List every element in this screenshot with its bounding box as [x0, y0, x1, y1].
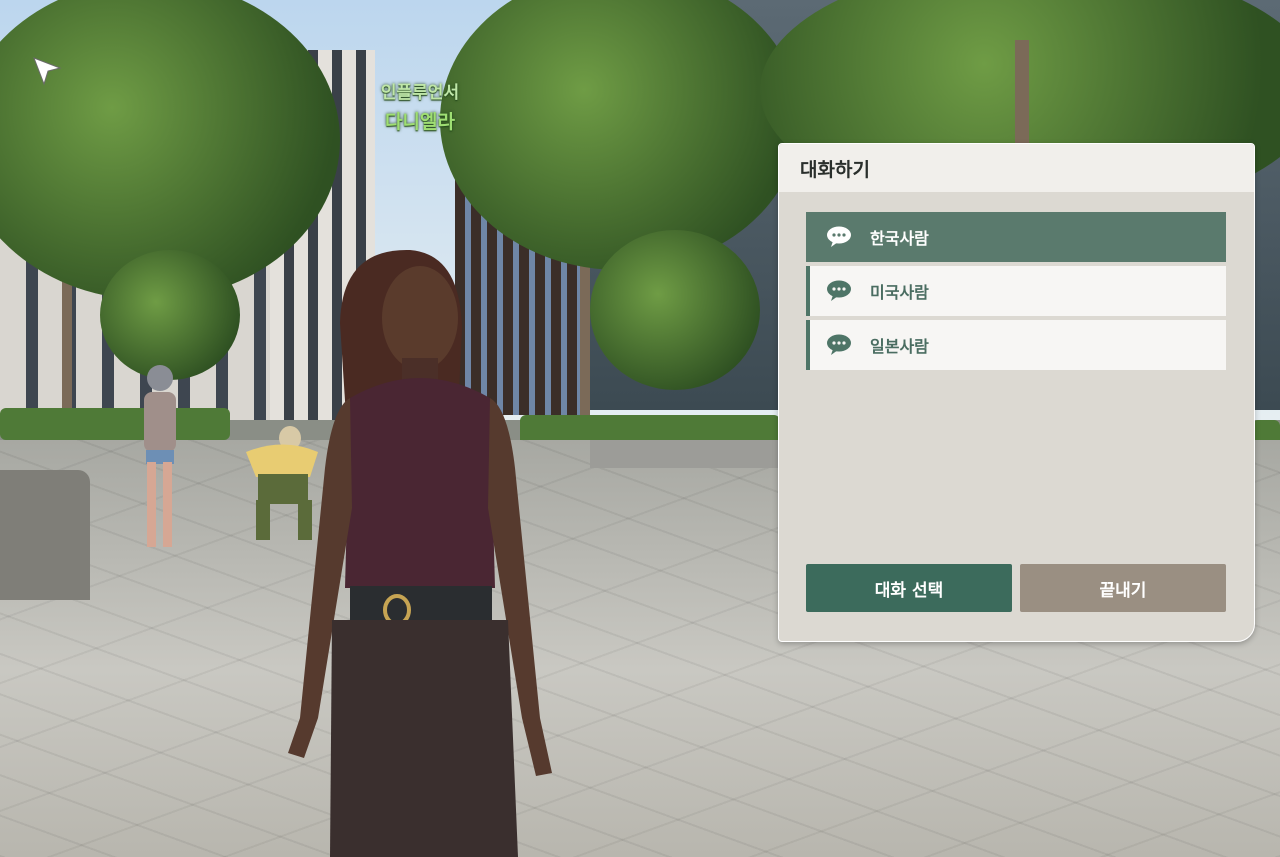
speech-bubble-icon — [827, 280, 851, 301]
hedge — [0, 408, 230, 440]
curb — [590, 440, 780, 468]
dialog-option-korean[interactable]: 한국사람 — [806, 212, 1226, 262]
npc-influencer-character[interactable] — [270, 248, 570, 857]
npc-title: 인플루언서 — [380, 83, 460, 103]
dialog-option-label: 일본사람 — [870, 337, 929, 356]
dialog-option-american[interactable]: 미국사람 — [806, 266, 1226, 316]
end-dialog-button[interactable]: 끝내기 — [1020, 564, 1226, 612]
dialog-panel: 대화하기 한국사람 미국사람 일본사람 대화 선택 끝내기 — [778, 143, 1255, 642]
dialog-option-label: 미국사람 — [870, 283, 929, 302]
tree-trunk — [1015, 40, 1029, 150]
tree — [590, 230, 760, 390]
select-dialog-button[interactable]: 대화 선택 — [806, 564, 1012, 612]
dialog-option-label: 한국사람 — [870, 229, 929, 248]
dialog-header: 대화하기 — [779, 144, 1254, 192]
tree — [100, 250, 240, 380]
dialog-option-list: 한국사람 미국사람 일본사람 — [806, 212, 1226, 374]
npc-nameplate: 인플루언서 다니엘라 — [360, 78, 480, 134]
dialog-title: 대화하기 — [800, 158, 870, 181]
speech-bubble-icon — [827, 226, 851, 247]
navigation-arrow-icon — [33, 57, 62, 86]
background-npc[interactable] — [130, 362, 190, 557]
planter — [0, 470, 90, 600]
npc-name: 다니엘라 — [385, 111, 455, 133]
speech-bubble-icon — [827, 334, 851, 355]
dialog-option-japanese[interactable]: 일본사람 — [806, 320, 1226, 370]
